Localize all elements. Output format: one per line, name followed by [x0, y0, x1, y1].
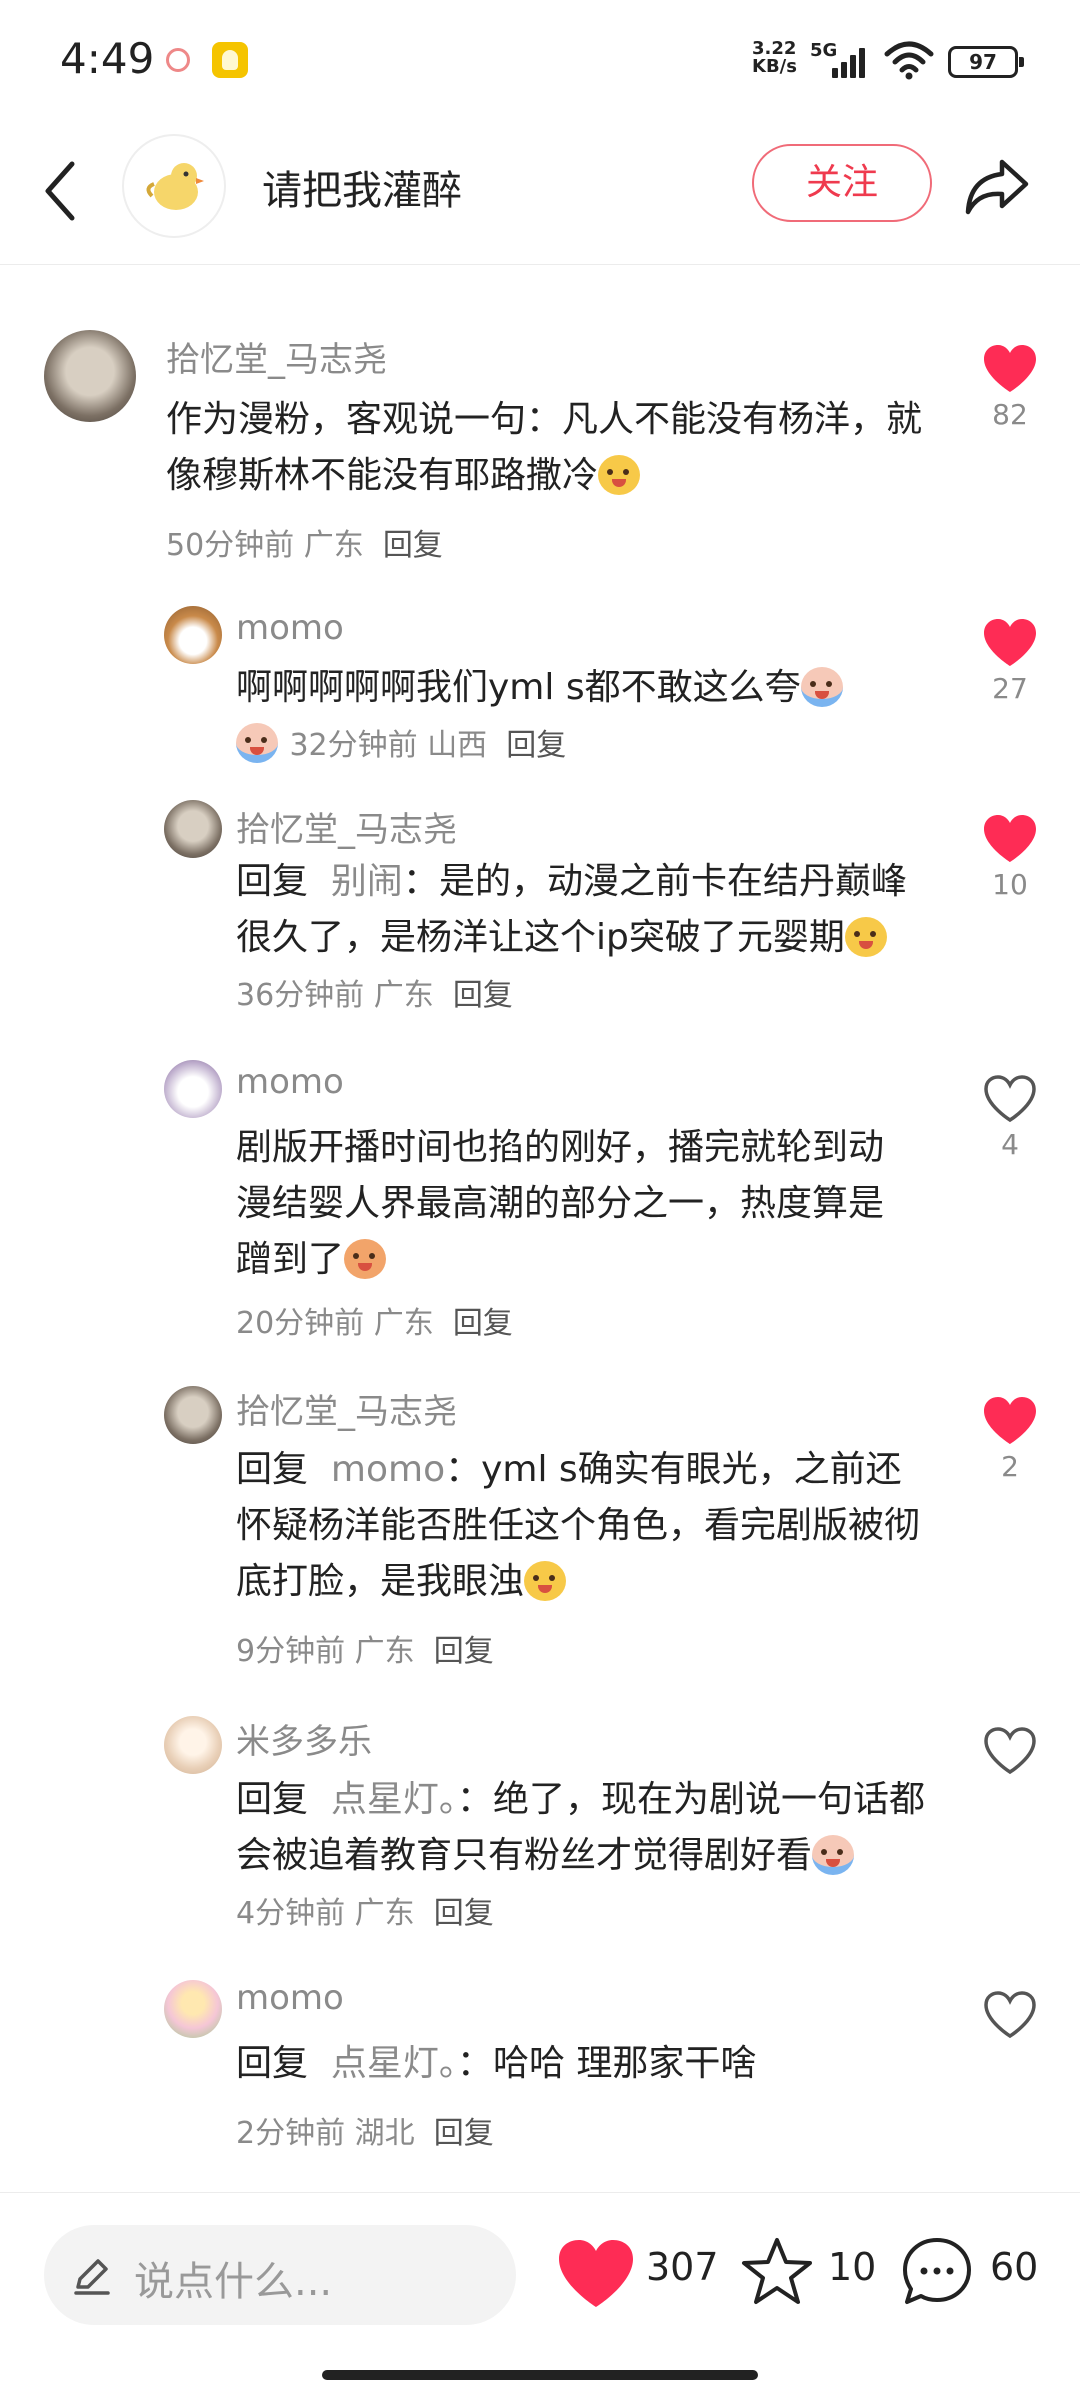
avatar[interactable] [44, 330, 136, 422]
username[interactable]: momo [236, 1062, 344, 1102]
comment-text: 回复 点星灯。：绝了，现在为剧说一句话都会被追着教育只有粉丝才觉得剧好看 4分钟… [236, 1779, 925, 1931]
avatar[interactable] [164, 606, 222, 664]
status-bar: 4:49 3.22 KB/s 5G 97 [0, 0, 1080, 120]
like-button[interactable]: 82 [975, 344, 1045, 431]
wifi-icon [884, 41, 934, 80]
avatar[interactable] [164, 800, 222, 858]
author-avatar[interactable] [122, 134, 226, 238]
avatar[interactable] [164, 1980, 222, 2038]
notification-icon [166, 48, 190, 72]
avatar[interactable] [164, 1386, 222, 1444]
like-button[interactable] [975, 1990, 1045, 2044]
net-speed: 3.22 KB/s [752, 38, 797, 77]
username[interactable]: momo [236, 608, 344, 648]
reply-link[interactable]: 回复 [453, 978, 513, 1013]
comment-meta: 50分钟前 广东 回复 [166, 528, 443, 563]
comment-meta: 9分钟前 广东 回复 [236, 1634, 494, 1669]
reply-link[interactable]: 回复 [434, 1634, 494, 1669]
like-count: 307 [646, 2245, 719, 2289]
comment-text: 剧版开播时间也掐的刚好，播完就轮到动漫结婴人界最高潮的部分之一，热度算是蹭到了 [236, 1127, 885, 1280]
like-button[interactable] [975, 1726, 1045, 1780]
app-notification-icon [212, 42, 248, 78]
pencil-icon [74, 2259, 110, 2295]
page-title: 请把我灌醉 [262, 168, 462, 214]
like-icon[interactable] [556, 2237, 636, 2311]
comment-input[interactable]: 说点什么... [44, 2225, 516, 2325]
comment-text: 回复 momo：yml s确实有眼光，之前还怀疑杨洋能否胜任这个角色，看完剧版被… [236, 1449, 921, 1602]
comment-meta: 32分钟前 山西 回复 [289, 728, 567, 763]
username[interactable]: 拾忆堂_马志尧 [166, 332, 387, 381]
battery-icon: 97 [948, 46, 1024, 78]
status-time: 4:49 [60, 34, 155, 83]
signal-icon [832, 46, 872, 78]
emoji-icon [800, 667, 843, 707]
reply-link[interactable]: 回复 [434, 2116, 494, 2151]
emoji-icon [812, 1835, 855, 1875]
comment-meta: 36分钟前 广东 回复 [236, 978, 513, 1013]
like-button[interactable]: 4 [975, 1074, 1045, 1161]
heart-outline-icon [984, 1727, 1036, 1775]
avatar[interactable] [164, 1716, 222, 1774]
back-icon[interactable] [38, 156, 86, 226]
favorite-count: 10 [828, 2245, 877, 2289]
like-button[interactable]: 10 [975, 814, 1045, 901]
emoji-icon [598, 455, 641, 495]
username[interactable]: momo [236, 1978, 344, 2018]
comment-text: 作为漫粉，客观说一句：凡人不能没有杨洋，就像穆斯林不能没有耶路撒冷 [166, 399, 923, 496]
username[interactable]: 拾忆堂_马志尧 [236, 1384, 457, 1433]
heart-icon [984, 1397, 1036, 1444]
heart-outline-icon [984, 1075, 1036, 1123]
comment-icon[interactable] [900, 2235, 974, 2309]
comment-count: 60 [990, 2245, 1039, 2289]
emoji-icon [844, 917, 887, 957]
reply-link[interactable]: 回复 [506, 728, 566, 763]
reply-link[interactable]: 回复 [383, 528, 443, 563]
avatar[interactable] [164, 1060, 222, 1118]
share-icon[interactable] [962, 154, 1032, 218]
comment-meta: 20分钟前 广东 回复 [236, 1306, 513, 1341]
emoji-icon [236, 723, 278, 763]
comment-text: 啊啊啊啊啊我们yml s都不敢这么夸 32分钟前 山西 回复 [236, 660, 936, 774]
comment-input-placeholder: 说点什么... [134, 2259, 333, 2305]
heart-icon [984, 619, 1036, 666]
comment-meta: 2分钟前 湖北 回复 [236, 2116, 494, 2151]
heart-icon [984, 815, 1036, 862]
username[interactable]: 米多多乐 [236, 1714, 372, 1763]
follow-button[interactable]: 关注 [752, 144, 932, 222]
username[interactable]: 拾忆堂_马志尧 [236, 802, 457, 851]
heart-icon [984, 345, 1036, 392]
reply-link[interactable]: 回复 [434, 1896, 494, 1931]
like-button[interactable]: 27 [975, 618, 1045, 705]
top-bar: 请把我灌醉 关注 [0, 120, 1080, 265]
comment-meta: 4分钟前 广东 回复 [236, 1896, 494, 1931]
comment-text: 回复 别闹：是的，动漫之前卡在结丹巅峰很久了，是杨洋让这个ip突破了元婴期 36… [236, 861, 907, 1013]
comment-text: 回复 点星灯。：哈哈 理那家干啥 [236, 2043, 757, 2084]
star-icon[interactable] [740, 2235, 814, 2309]
chick-icon [146, 163, 204, 210]
heart-outline-icon [984, 1991, 1036, 2039]
reply-link[interactable]: 回复 [453, 1306, 513, 1341]
home-indicator[interactable] [322, 2370, 758, 2380]
emoji-icon [524, 1561, 567, 1601]
emoji-icon [344, 1239, 387, 1279]
like-button[interactable]: 2 [975, 1396, 1045, 1483]
